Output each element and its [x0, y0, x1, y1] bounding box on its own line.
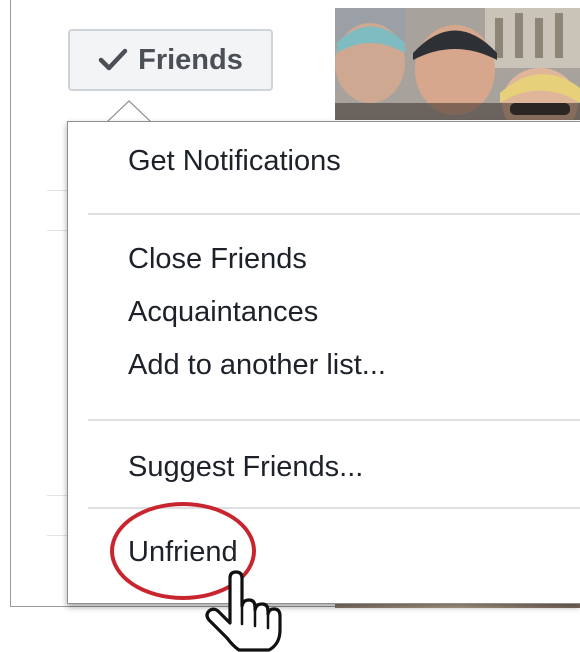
cover-photo: [335, 8, 580, 120]
menu-item-add-to-another-list[interactable]: Add to another list...: [128, 349, 386, 382]
menu-item-close-friends[interactable]: Close Friends: [128, 243, 307, 276]
friends-button[interactable]: Friends: [68, 29, 273, 91]
menu-item-acquaintances[interactable]: Acquaintances: [128, 296, 318, 329]
check-icon: [98, 48, 128, 71]
hand-pointer-icon: [205, 570, 282, 652]
menu-separator: [88, 213, 580, 215]
menu-separator: [88, 419, 580, 421]
friends-button-label: Friends: [138, 43, 243, 76]
menu-item-get-notifications[interactable]: Get Notifications: [128, 145, 341, 178]
menu-item-suggest-friends[interactable]: Suggest Friends...: [128, 451, 363, 484]
